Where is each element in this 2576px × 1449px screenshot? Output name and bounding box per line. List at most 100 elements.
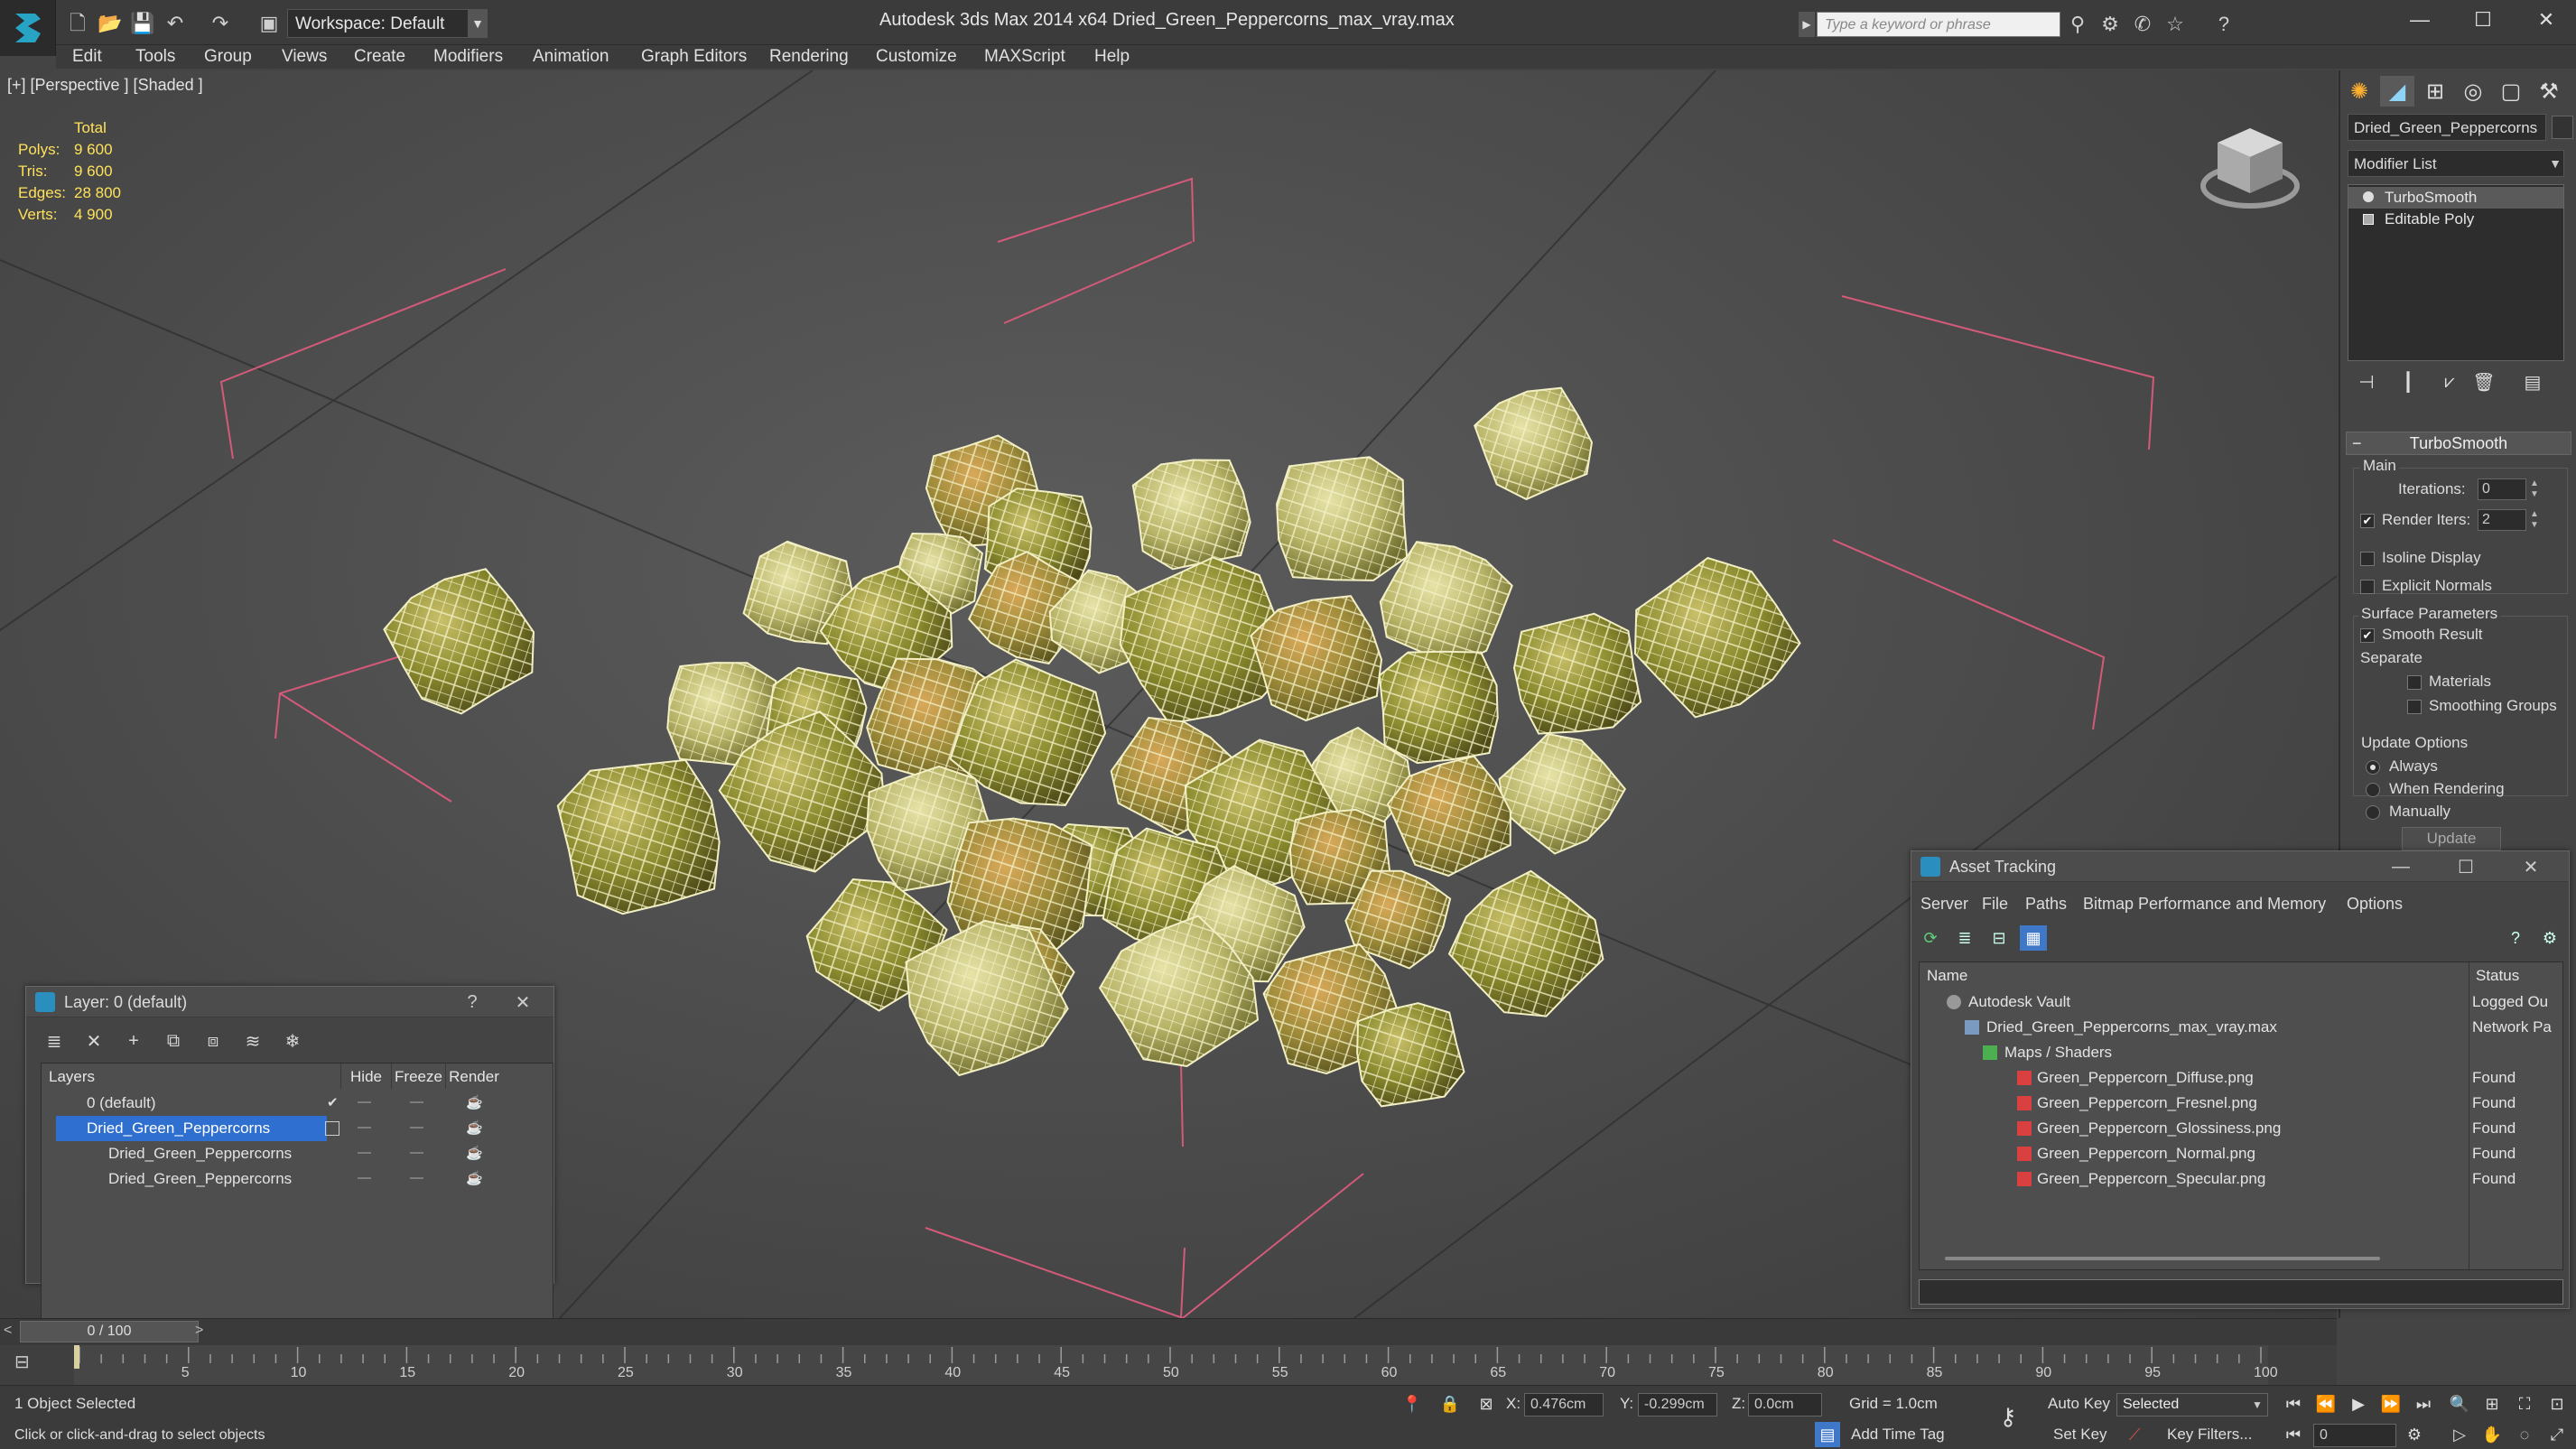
search-input[interactable]: Type a keyword or phrase <box>1817 12 2060 37</box>
key-mode-toggle-icon[interactable]: ⏮ <box>2281 1422 2306 1447</box>
asset-row[interactable]: Green_Peppercorn_Glossiness.png Found <box>1920 1116 2562 1141</box>
menu-help[interactable]: Help <box>1094 47 1130 67</box>
current-layer-check-icon[interactable]: ✔ <box>327 1094 339 1110</box>
selection-lock-icon[interactable]: 🔒 <box>1437 1391 1463 1416</box>
peppercorn-mesh[interactable] <box>1447 867 1607 1026</box>
utilities-tab-icon[interactable]: ⚒ <box>2532 76 2566 107</box>
key-mode-select[interactable]: Selected <box>2116 1393 2268 1416</box>
field-of-view-icon[interactable]: ▷ <box>2447 1422 2472 1447</box>
binoculars-icon[interactable]: ⚲ <box>2064 12 2091 37</box>
remove-modifier-icon[interactable]: 🗑 <box>2469 368 2499 395</box>
object-name-field[interactable]: Dried_Green_Peppercorns <box>2348 114 2546 141</box>
menu-options[interactable]: Options <box>2347 895 2403 914</box>
play-icon[interactable]: ▶ <box>2346 1391 2371 1416</box>
next-key-icon[interactable]: ⏩ <box>2378 1391 2404 1416</box>
create-layer-icon[interactable]: ≣ <box>41 1028 68 1054</box>
freeze-toggle-icon[interactable]: — <box>410 1145 423 1160</box>
maximize-icon[interactable]: ☐ <box>2453 855 2478 878</box>
expand-search-icon[interactable]: ▶ <box>1799 12 1815 37</box>
column-status[interactable]: Status <box>2476 962 2519 988</box>
peppercorn-mesh[interactable] <box>383 562 542 720</box>
freeze-toggle-icon[interactable]: — <box>410 1119 423 1135</box>
pin-stack-icon[interactable]: ⊣ <box>2351 368 2382 395</box>
menu-maxscript[interactable]: MAXScript <box>984 47 1065 67</box>
chevron-down-icon[interactable]: ▼ <box>468 9 488 38</box>
mini-curve-editor-icon[interactable]: ⊟ <box>14 1351 42 1376</box>
favorites-star-icon[interactable]: ☆ <box>2162 12 2189 37</box>
collapse-icon[interactable]: − <box>2352 434 2362 453</box>
freeze-toggle-icon[interactable]: — <box>410 1094 423 1110</box>
zoom-icon[interactable]: 🔍 <box>2447 1391 2472 1416</box>
freeze-toggle-icon[interactable]: — <box>410 1170 423 1185</box>
menu-animation[interactable]: Animation <box>533 47 609 67</box>
time-configuration-icon[interactable]: ⚙ <box>2402 1422 2427 1447</box>
menu-edit[interactable]: Edit <box>72 47 102 67</box>
isolate-selection-icon[interactable]: 📍 <box>1400 1391 1425 1416</box>
current-frame-marker[interactable] <box>74 1345 79 1369</box>
update-always-radio[interactable] <box>2366 760 2380 775</box>
horizontal-scrollbar[interactable] <box>1945 1257 2380 1260</box>
render-iters-checkbox[interactable]: ✔ <box>2360 514 2375 528</box>
lightbulb-icon[interactable] <box>2363 191 2374 202</box>
menu-tools[interactable]: Tools <box>135 47 175 67</box>
previous-key-icon[interactable]: ⏪ <box>2313 1391 2339 1416</box>
modify-tab-icon[interactable]: ◢ <box>2380 76 2414 107</box>
peppercorn-mesh[interactable] <box>1627 551 1801 724</box>
stack-item-editable-poly[interactable]: Editable Poly <box>2348 209 2563 230</box>
help-icon[interactable]: ? <box>460 990 485 1014</box>
asset-row[interactable]: Green_Peppercorn_Normal.png Found <box>1920 1141 2562 1166</box>
motion-tab-icon[interactable]: ◎ <box>2456 76 2490 107</box>
configure-sets-icon[interactable]: ▤ <box>2517 368 2548 395</box>
project-folder-icon[interactable]: ▣ <box>256 12 282 35</box>
workspace-select[interactable]: Workspace: Default <box>287 9 477 38</box>
refresh-icon[interactable]: ⟳ <box>1917 925 1944 951</box>
redo-icon[interactable]: ↷ <box>208 12 233 35</box>
display-tab-icon[interactable]: ▢ <box>2494 76 2528 107</box>
set-current-checkbox[interactable] <box>325 1121 339 1136</box>
layer-row[interactable]: Dried_Green_Peppercorns — — ☕ <box>42 1141 553 1166</box>
render-teapot-icon[interactable]: ☕ <box>466 1170 483 1186</box>
asset-path-field[interactable] <box>1919 1279 2563 1305</box>
z-coordinate-field[interactable]: 0.0cm <box>1748 1393 1822 1416</box>
turbosmooth-rollout[interactable]: − TurboSmooth <box>2346 432 2571 455</box>
set-key-button[interactable]: Set Key <box>2053 1426 2107 1444</box>
isoline-display-checkbox[interactable] <box>2360 552 2375 566</box>
layer-row[interactable]: Dried_Green_Peppercorns — — ☕ <box>42 1166 553 1192</box>
close-icon[interactable]: ✕ <box>510 990 535 1014</box>
layer-dialog-titlebar[interactable]: Layer: 0 (default) ? ✕ <box>26 987 553 1017</box>
delete-layer-icon[interactable]: ✕ <box>80 1028 107 1054</box>
zoom-all-icon[interactable]: ⊞ <box>2479 1391 2505 1416</box>
select-objects-icon[interactable]: ⧉ <box>160 1028 187 1054</box>
undo-icon[interactable]: ↶ <box>163 12 188 35</box>
y-coordinate-field[interactable]: -0.299cm <box>1638 1393 1717 1416</box>
layer-row[interactable]: Dried_Green_Peppercorns — — ☕ <box>42 1116 553 1141</box>
new-file-icon[interactable]: 🗋 <box>65 12 90 35</box>
smoothing-groups-checkbox[interactable] <box>2407 700 2422 714</box>
create-tab-icon[interactable]: ✺ <box>2342 76 2376 107</box>
spinner-arrows-icon[interactable]: ▲ ▼ <box>2528 478 2541 500</box>
hide-toggle-icon[interactable]: — <box>358 1094 371 1110</box>
viewcube-icon[interactable] <box>2196 116 2304 215</box>
menu-graph-editors[interactable]: Graph Editors <box>641 47 747 67</box>
minimize-icon[interactable]: — <box>2388 855 2413 878</box>
save-file-icon[interactable]: 💾 <box>130 12 155 35</box>
absolute-mode-icon[interactable]: ⊠ <box>1474 1391 1499 1416</box>
x-coordinate-field[interactable]: 0.476cm <box>1524 1393 1604 1416</box>
maximize-viewport-icon[interactable]: ⤢ <box>2544 1422 2570 1447</box>
hierarchy-tab-icon[interactable]: ⊞ <box>2418 76 2452 107</box>
auto-key-button[interactable]: Auto Key <box>2048 1395 2110 1413</box>
zoom-extents-all-icon[interactable]: ⊡ <box>2544 1391 2570 1416</box>
hide-all-layers-icon[interactable]: ≋ <box>239 1028 266 1054</box>
smooth-result-checkbox[interactable]: ✔ <box>2360 628 2375 643</box>
communication-center-icon[interactable]: ✆ <box>2129 12 2156 37</box>
asset-row[interactable]: Dried_Green_Peppercorns_max_vray.max Net… <box>1920 1015 2562 1040</box>
maximize-icon[interactable]: ☐ <box>2456 4 2510 36</box>
update-button[interactable]: Update <box>2402 827 2501 850</box>
asset-row[interactable]: Green_Peppercorn_Specular.png Found <box>1920 1166 2562 1192</box>
asset-row[interactable]: Autodesk Vault Logged Ou <box>1920 989 2562 1015</box>
add-time-tag[interactable]: Add Time Tag <box>1851 1426 1945 1444</box>
hide-toggle-icon[interactable]: — <box>358 1145 371 1160</box>
pan-view-icon[interactable]: ✋ <box>2479 1422 2505 1447</box>
peppercorn-mesh[interactable] <box>1495 728 1627 858</box>
close-icon[interactable]: ✕ <box>2519 4 2573 36</box>
